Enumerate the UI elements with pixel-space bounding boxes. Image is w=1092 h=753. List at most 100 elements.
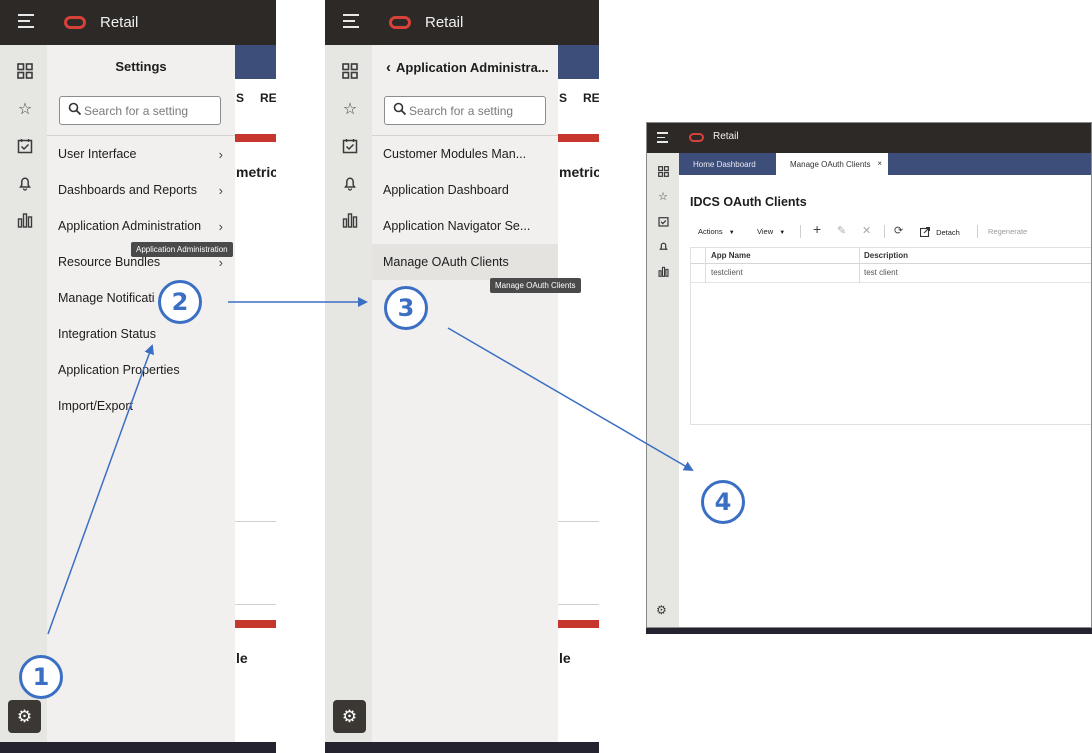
bg-tabstrip bbox=[235, 45, 276, 79]
step-callout-1: 1 bbox=[19, 655, 63, 699]
bg-heading-fragment: le bbox=[236, 650, 248, 666]
bg-tabstrip bbox=[558, 45, 599, 79]
drawer-title: Application Administra... bbox=[396, 60, 549, 75]
table-row[interactable]: testclient test client bbox=[691, 264, 1091, 283]
admin-item-customer-modules[interactable]: Customer Modules Man... bbox=[372, 136, 558, 172]
tasks-icon[interactable] bbox=[340, 136, 360, 156]
menu-item-label: User Interface bbox=[58, 147, 137, 161]
caret-down-icon: ▼ bbox=[779, 230, 786, 236]
search-field[interactable] bbox=[384, 96, 546, 125]
menu-item-label: Integration Status bbox=[58, 327, 156, 341]
chart-icon[interactable] bbox=[655, 263, 671, 279]
settings-item-user-interface[interactable]: User Interface › bbox=[47, 136, 235, 172]
bg-red-bar bbox=[235, 620, 276, 628]
gear-icon[interactable]: ⚙ bbox=[8, 700, 41, 733]
column-header-description[interactable]: Description bbox=[864, 251, 908, 260]
chevron-right-icon: › bbox=[218, 219, 223, 234]
step-callout-4: 4 bbox=[701, 480, 745, 524]
grid-icon[interactable] bbox=[655, 163, 671, 179]
tab-home-dashboard[interactable]: Home Dashboard bbox=[679, 153, 775, 175]
bg-tab-fragment: S bbox=[559, 91, 568, 105]
menu-item-label: Customer Modules Man... bbox=[383, 147, 527, 161]
edit-icon[interactable]: ✎ bbox=[837, 224, 846, 237]
bg-divider bbox=[558, 521, 599, 522]
search-input[interactable] bbox=[409, 101, 543, 120]
star-icon[interactable]: ☆ bbox=[340, 99, 360, 119]
bell-icon[interactable] bbox=[340, 173, 360, 193]
bell-icon[interactable] bbox=[655, 238, 671, 254]
cell-description: test client bbox=[864, 268, 898, 277]
drawer-title: Settings bbox=[115, 59, 167, 74]
search-field[interactable] bbox=[59, 96, 221, 125]
bg-red-bar bbox=[235, 134, 276, 142]
settings-item-application-properties[interactable]: Application Properties bbox=[47, 352, 235, 388]
actions-label: Actions bbox=[698, 227, 723, 236]
star-icon[interactable]: ☆ bbox=[15, 99, 35, 119]
gear-icon[interactable]: ⚙ bbox=[333, 700, 366, 733]
bell-icon[interactable] bbox=[15, 173, 35, 193]
settings-panel-step2: Retail S RE metric le ☆ ⚙ ‹ Application A… bbox=[325, 0, 599, 753]
nav-rail: ☆ bbox=[0, 45, 47, 742]
gear-icon[interactable]: ⚙ bbox=[656, 603, 667, 617]
admin-item-application-navigator[interactable]: Application Navigator Se... bbox=[372, 208, 558, 244]
grid-icon[interactable] bbox=[15, 61, 35, 81]
app-brand: Retail bbox=[100, 14, 139, 31]
app-header: Retail bbox=[325, 0, 599, 45]
chart-icon[interactable] bbox=[15, 210, 35, 230]
chart-icon[interactable] bbox=[340, 210, 360, 230]
bg-divider bbox=[235, 521, 276, 522]
column-header-app-name[interactable]: App Name bbox=[711, 251, 751, 260]
add-icon[interactable]: + bbox=[813, 221, 821, 237]
tab-strip: Home Dashboard Manage OAuth Clients × bbox=[679, 153, 1091, 175]
tasks-icon[interactable] bbox=[15, 136, 35, 156]
oauth-clients-table: App Name Description testclient test cli… bbox=[690, 247, 1091, 425]
bg-red-bar bbox=[558, 134, 599, 142]
page-title: IDCS OAuth Clients bbox=[690, 195, 807, 209]
oauth-clients-window: Retail ☆ ⚙ Home Dashboard Manage OAuth C… bbox=[646, 122, 1092, 628]
bg-divider bbox=[558, 604, 599, 605]
refresh-icon[interactable]: ⟳ bbox=[894, 224, 903, 237]
bg-red-bar bbox=[558, 620, 599, 628]
admin-item-application-dashboard[interactable]: Application Dashboard bbox=[372, 172, 558, 208]
admin-item-manage-oauth-clients[interactable]: Manage OAuth Clients bbox=[372, 244, 558, 280]
settings-item-integration-status[interactable]: Integration Status bbox=[47, 316, 235, 352]
settings-item-application-administration[interactable]: Application Administration › bbox=[47, 208, 235, 244]
grid-icon[interactable] bbox=[340, 61, 360, 81]
view-label: View bbox=[757, 227, 774, 236]
settings-drawer: Settings User Interface › Dashboards and… bbox=[47, 45, 235, 742]
toolbar-separator bbox=[884, 225, 885, 238]
hamburger-menu-icon[interactable] bbox=[657, 132, 668, 143]
app-header: Retail bbox=[647, 123, 1091, 153]
chevron-right-icon: › bbox=[218, 147, 223, 162]
table-header: App Name Description bbox=[691, 248, 1091, 264]
detach-icon bbox=[919, 226, 931, 238]
tasks-icon[interactable] bbox=[655, 213, 671, 229]
bg-heading-fragment: metric bbox=[236, 164, 276, 180]
star-icon[interactable]: ☆ bbox=[655, 188, 671, 204]
view-menu[interactable]: View ▼ bbox=[757, 227, 785, 236]
bottom-strip bbox=[325, 742, 599, 753]
oracle-logo bbox=[389, 16, 411, 29]
menu-item-label: Resource Bundles bbox=[58, 255, 161, 269]
tab-label: Manage OAuth Clients bbox=[790, 159, 871, 169]
detach-button[interactable]: Detach bbox=[919, 226, 960, 238]
nav-rail: ☆ bbox=[647, 153, 679, 627]
menu-item-label: Dashboards and Reports bbox=[58, 183, 197, 197]
regenerate-button[interactable]: Regenerate bbox=[988, 227, 1027, 236]
chevron-left-icon: ‹ bbox=[386, 59, 391, 76]
back-button[interactable]: ‹ Application Administra... bbox=[386, 59, 549, 76]
search-icon bbox=[68, 102, 82, 116]
tab-manage-oauth-clients[interactable]: Manage OAuth Clients × bbox=[776, 153, 888, 175]
settings-item-import-export[interactable]: Import/Export bbox=[47, 388, 235, 424]
actions-menu[interactable]: Actions ▼ bbox=[698, 227, 735, 236]
hamburger-menu-icon[interactable] bbox=[18, 14, 34, 28]
close-icon[interactable]: × bbox=[877, 159, 882, 168]
settings-item-manage-notifications[interactable]: Manage Notificati bbox=[47, 280, 235, 316]
search-input[interactable] bbox=[84, 101, 218, 120]
oracle-logo bbox=[689, 133, 704, 142]
settings-item-dashboards-reports[interactable]: Dashboards and Reports › bbox=[47, 172, 235, 208]
delete-icon[interactable]: ✕ bbox=[862, 224, 871, 237]
hamburger-menu-icon[interactable] bbox=[343, 14, 359, 28]
toolbar-separator bbox=[800, 225, 801, 238]
oracle-logo bbox=[64, 16, 86, 29]
